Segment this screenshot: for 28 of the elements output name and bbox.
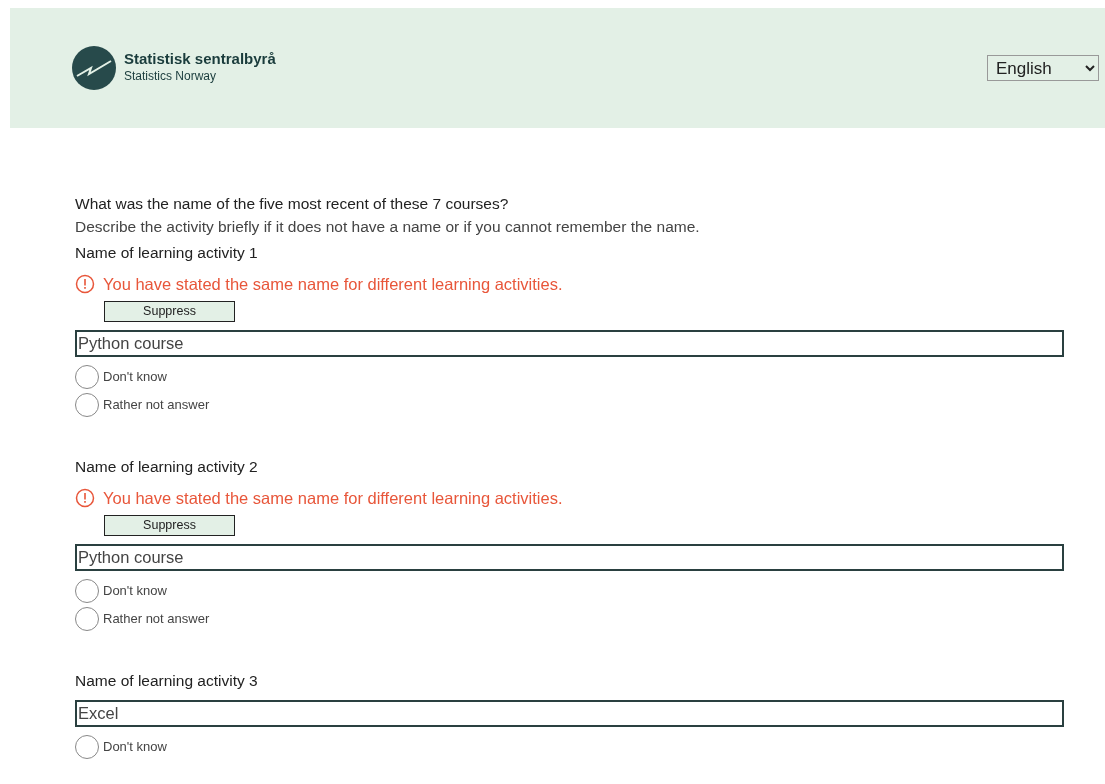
radio-button[interactable] (75, 734, 99, 759)
question-description: Describe the activity briefly if it does not have a name or if you cannot remember the name. (75, 217, 701, 238)
organization-name: Statistisk sentralbyrå (124, 50, 276, 68)
radio-button[interactable] (75, 364, 99, 389)
error-icon (75, 488, 95, 509)
language-select[interactable]: English (987, 55, 1099, 81)
option-label: Rather not answer (103, 395, 210, 414)
organization-subtitle: Statistics Norway (124, 68, 218, 86)
suppress-button[interactable]: Suppress (104, 300, 235, 322)
option-label: Don't know (103, 581, 167, 600)
suppress-button[interactable]: Suppress (104, 514, 235, 536)
error-message: You have stated the same name for different learning activities. (103, 273, 563, 295)
radio-button[interactable] (75, 578, 99, 603)
text-input[interactable]: Python course (75, 543, 1064, 571)
logo-icon (72, 46, 116, 90)
field-label: Name of learning activity 2 (75, 456, 259, 477)
field-label: Name of learning activity 1 (75, 242, 259, 263)
text-input[interactable]: Excel (75, 699, 1064, 727)
text-input[interactable]: Python course (75, 329, 1064, 357)
error-message: You have stated the same name for different learning activities. (103, 487, 563, 509)
question-title: What was the name of the five most recent of these 7 courses? (75, 194, 510, 214)
option-label: Don't know (103, 738, 167, 756)
error-icon (75, 274, 95, 295)
option-label: Rather not answer (103, 609, 210, 628)
field-label: Name of learning activity 3 (75, 670, 259, 691)
option-label: Don't know (103, 367, 167, 386)
radio-button[interactable] (75, 606, 99, 631)
radio-button[interactable] (75, 392, 99, 417)
